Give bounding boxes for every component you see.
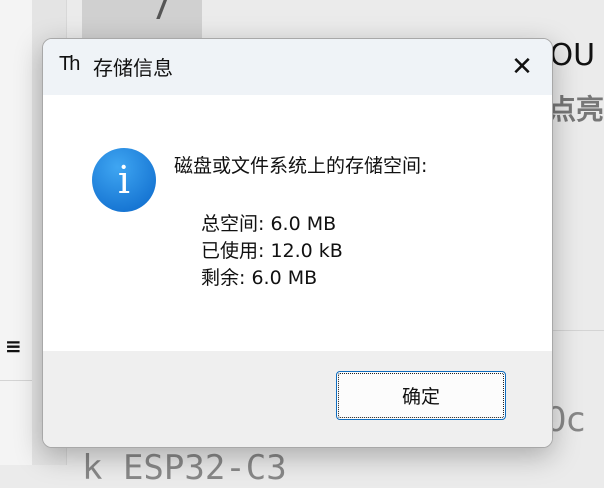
background-text: 7 <box>150 0 172 28</box>
dialog-title: 存储信息 <box>93 56 173 80</box>
background-text: 点亮 <box>548 93 604 126</box>
close-icon: ✕ <box>511 52 533 82</box>
storage-info-dialog: Th 存储信息 ✕ i 磁盘或文件系统上的存储空间: 总空间: 6.0 MB 已… <box>42 38 553 448</box>
menu-icon[interactable]: ≡ <box>5 334 22 358</box>
background-tab <box>82 0 202 40</box>
total-space: 总空间: 6.0 MB <box>201 213 337 235</box>
close-button[interactable]: ✕ <box>502 47 542 87</box>
used-space: 已使用: 12.0 kB <box>201 240 343 262</box>
dialog-footer: 确定 <box>43 351 552 447</box>
divider <box>0 380 32 381</box>
title-bar[interactable]: Th 存储信息 ✕ <box>43 39 552 95</box>
dialog-body: i 磁盘或文件系统上的存储空间: 总空间: 6.0 MB 已使用: 12.0 k… <box>43 95 552 351</box>
free-space: 剩余: 6.0 MB <box>201 267 318 289</box>
background-text: k ESP32-C3 <box>82 448 287 488</box>
background-strip <box>0 0 32 465</box>
divider <box>552 330 604 331</box>
app-icon: Th <box>59 53 80 75</box>
storage-details: 总空间: 6.0 MB 已使用: 12.0 kB 剩余: 6.0 MB <box>201 211 343 292</box>
ok-button[interactable]: 确定 <box>336 371 506 420</box>
info-icon: i <box>92 148 156 212</box>
message-heading: 磁盘或文件系统上的存储空间: <box>174 155 428 177</box>
